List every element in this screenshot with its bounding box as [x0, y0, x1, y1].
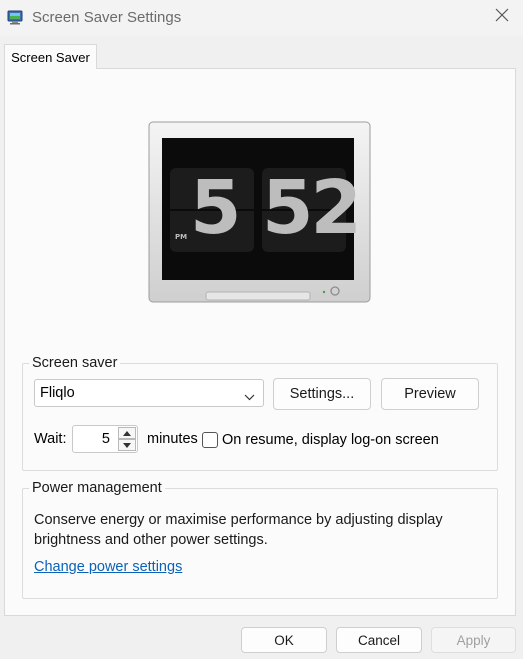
tab-screen-saver[interactable]: Screen Saver [4, 44, 97, 69]
wait-minutes-stepper[interactable]: 5 [72, 425, 138, 453]
resume-logon-checkbox[interactable] [202, 432, 218, 448]
preview-button[interactable]: Preview [381, 378, 479, 410]
window-title: Screen Saver Settings [32, 9, 182, 26]
resume-logon-label[interactable]: On resume, display log-on screen [222, 432, 439, 448]
screen-saver-preview: 5 52 PM [148, 121, 372, 304]
apply-button[interactable]: Apply [431, 627, 516, 653]
wait-minutes-value: 5 [101, 431, 110, 447]
power-management-description: Conserve energy or maximise performance … [34, 512, 443, 548]
clock-minute: 52 [262, 165, 362, 251]
close-icon [495, 8, 509, 27]
spin-up-button[interactable] [118, 427, 136, 439]
settings-button[interactable]: Settings... [273, 378, 371, 410]
chevron-down-icon [123, 442, 131, 448]
chevron-down-icon [244, 389, 255, 405]
clock-period: PM [175, 233, 188, 241]
monitor-icon [7, 9, 23, 25]
wait-label: Wait: [34, 431, 67, 447]
screen-saver-group-label: Screen saver [29, 355, 121, 371]
screen-saver-selected-value: Fliqlo [40, 385, 75, 401]
change-power-settings-link[interactable]: Change power settings [34, 559, 182, 575]
chevron-up-icon [123, 430, 131, 436]
cancel-button[interactable]: Cancel [336, 627, 422, 653]
spin-down-button[interactable] [118, 439, 136, 451]
title-bar: Screen Saver Settings [0, 0, 523, 36]
screen-saver-select[interactable]: Fliqlo [34, 379, 264, 407]
power-management-group-label: Power management [29, 480, 165, 496]
ok-button[interactable]: OK [241, 627, 327, 653]
clock-hour: 5 [190, 165, 242, 251]
minutes-label: minutes [147, 431, 198, 447]
close-button[interactable] [486, 2, 518, 32]
tab-label: Screen Saver [11, 49, 90, 65]
